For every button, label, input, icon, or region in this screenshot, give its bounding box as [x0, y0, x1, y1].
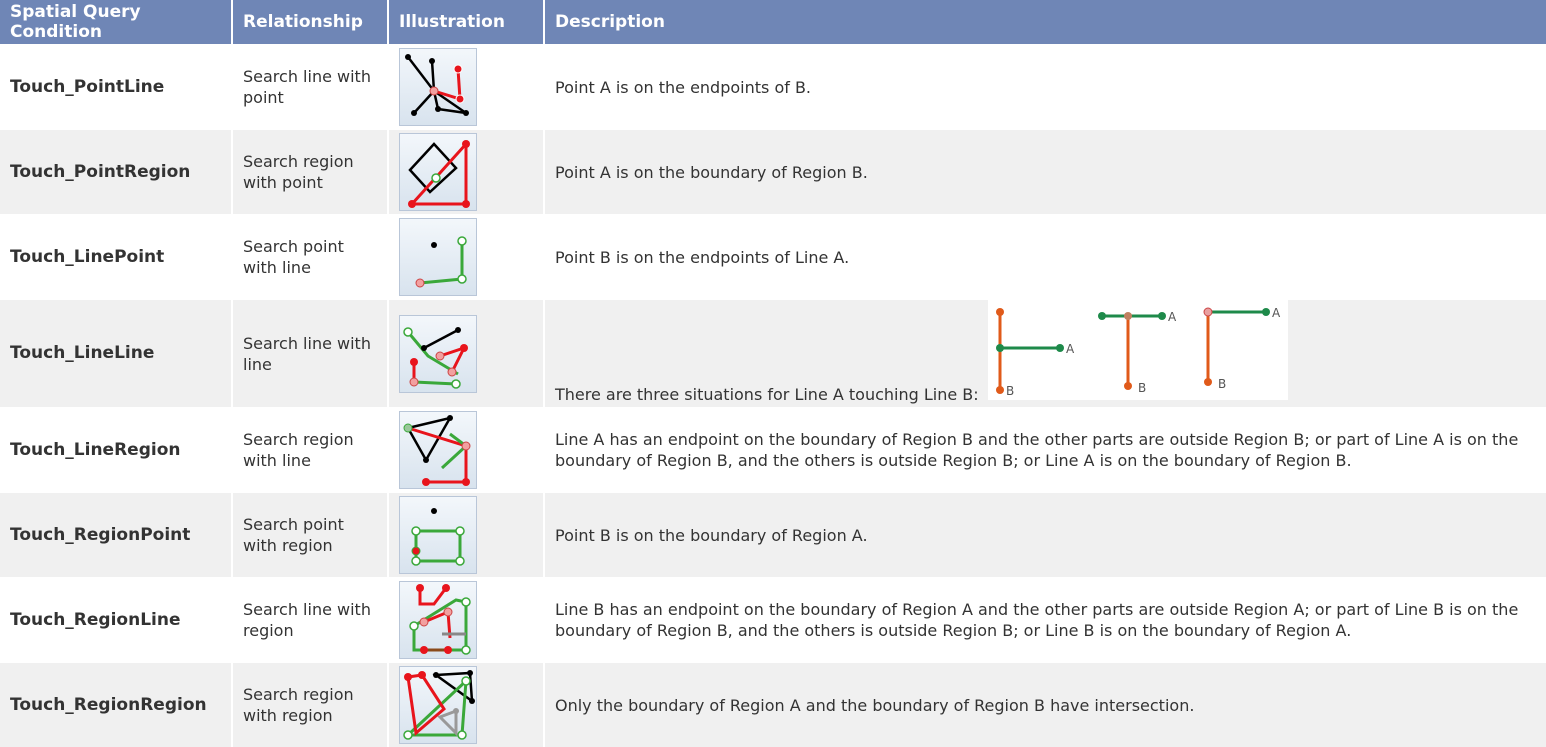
region-line-touch-icon [399, 581, 477, 659]
table-header-row: Spatial Query Condition Relationship Ill… [0, 0, 1546, 44]
line-point-touch-icon [399, 218, 477, 296]
description-cell: Line A has an endpoint on the boundary o… [544, 407, 1546, 493]
description-cell: Line B has an endpoint on the boundary o… [544, 577, 1546, 663]
description-cell: Point A is on the boundary of Region B. [544, 130, 1546, 214]
relationship-cell: Search region with line [232, 407, 389, 493]
relationship-cell: Search point with region [232, 493, 389, 577]
condition-cell: Touch_PointRegion [0, 130, 233, 214]
fig-label: A [1168, 310, 1177, 324]
relationship-cell: Search region with point [232, 130, 389, 214]
table-row: Touch_RegionRegion Search region with re… [0, 663, 1546, 747]
fig-label: B [1218, 377, 1226, 391]
description-cell: Only the boundary of Region A and the bo… [544, 663, 1546, 747]
table-row: Touch_PointRegion Search region with poi… [0, 130, 1546, 214]
line-line-touch-icon [399, 314, 477, 393]
condition-cell: Touch_LineRegion [0, 407, 233, 493]
point-region-touch-icon [399, 133, 477, 211]
header-condition: Spatial Query Condition [0, 0, 233, 44]
condition-cell: Touch_LineLine [0, 300, 233, 407]
condition-cell: Touch_RegionRegion [0, 663, 233, 747]
header-relationship: Relationship [232, 0, 389, 44]
condition-cell: Touch_LinePoint [0, 214, 233, 300]
region-region-touch-icon [399, 666, 477, 744]
fig-label: A [1272, 306, 1281, 320]
point-line-touch-icon [399, 48, 477, 126]
table-row: Touch_PointLine Search line with point P… [0, 44, 1546, 130]
relationship-cell: Search point with line [232, 214, 389, 300]
fig-label: B [1138, 381, 1146, 395]
table-row: Touch_LinePoint Search point with line P… [0, 214, 1546, 300]
description-cell: Point B is on the boundary of Region A. [544, 493, 1546, 577]
table-row: Touch_RegionLine Search line with region [0, 577, 1546, 663]
relationship-cell: Search line with line [232, 300, 389, 407]
relationship-cell: Search region with region [232, 663, 389, 747]
condition-cell: Touch_PointLine [0, 44, 233, 130]
condition-cell: Touch_RegionPoint [0, 493, 233, 577]
region-point-touch-icon [399, 496, 477, 574]
spatial-query-table: Spatial Query Condition Relationship Ill… [0, 0, 1546, 747]
fig-label: A [1066, 342, 1075, 356]
table-row: Touch_RegionPoint Search point with regi… [0, 493, 1546, 577]
relationship-cell: Search line with region [232, 577, 389, 663]
line-touch-situations-figure: A B A B A B [987, 300, 1288, 405]
header-description: Description [544, 0, 1546, 44]
description-cell: Point B is on the endpoints of Line A. [544, 214, 1546, 300]
condition-cell: Touch_RegionLine [0, 577, 233, 663]
description-cell: Point A is on the endpoints of B. [544, 44, 1546, 130]
description-text: There are three situations for Line A to… [555, 385, 979, 404]
header-illustration: Illustration [388, 0, 545, 44]
fig-label: B [1006, 384, 1014, 398]
table-row: Touch_LineLine Search line with line The… [0, 300, 1546, 407]
relationship-cell: Search line with point [232, 44, 389, 130]
line-region-touch-icon [399, 411, 477, 489]
table-row: Touch_LineRegion Search region with line… [0, 407, 1546, 493]
